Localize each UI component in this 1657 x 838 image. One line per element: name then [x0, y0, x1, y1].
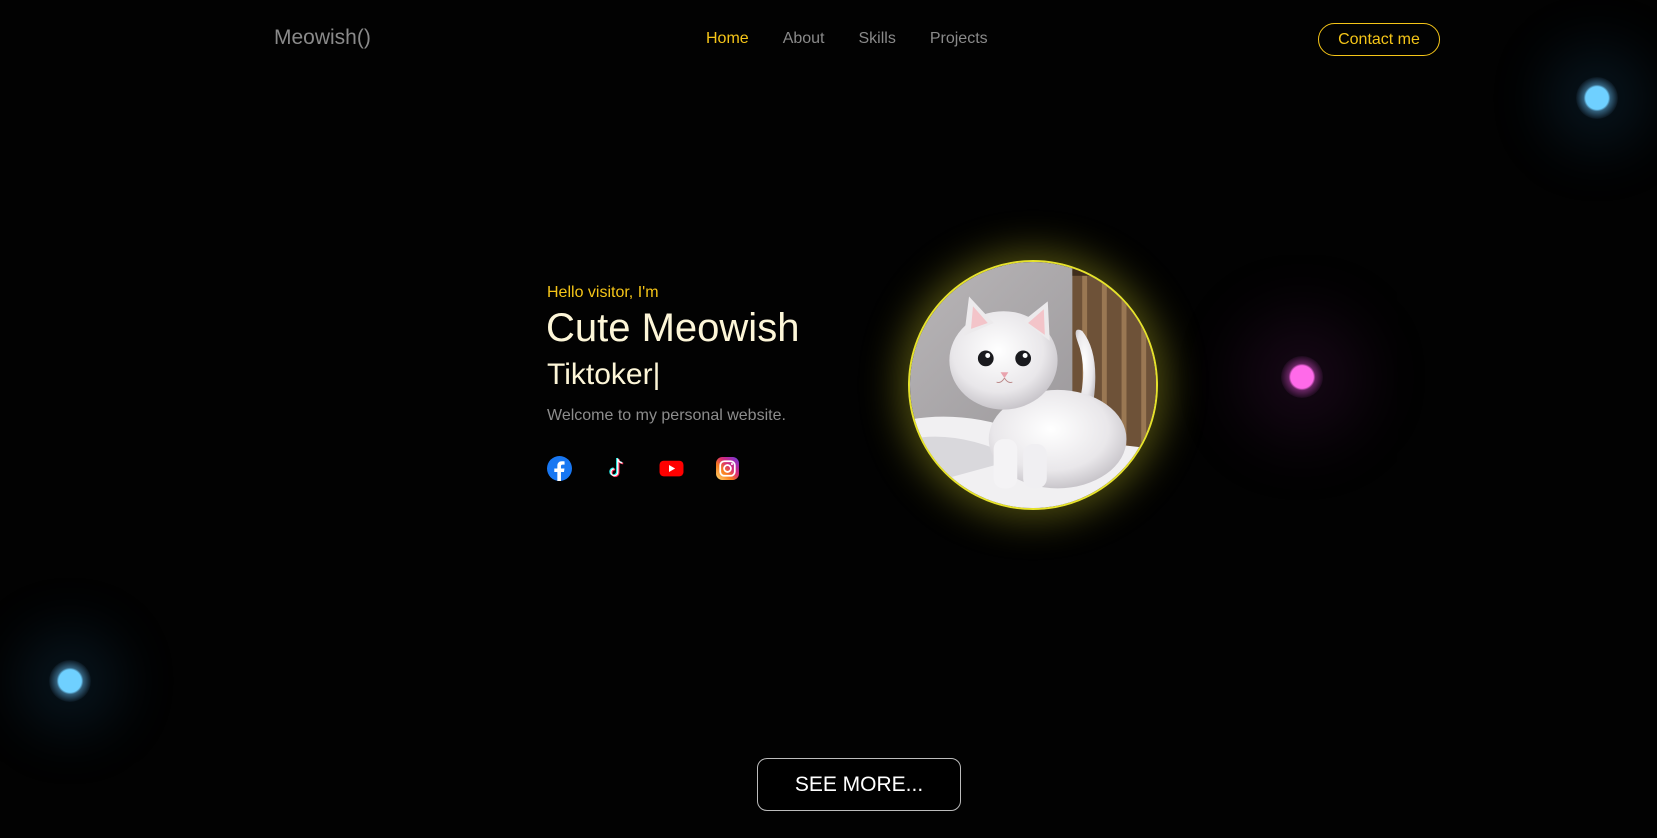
- hero-role: Tiktoker: [547, 358, 653, 391]
- instagram-icon[interactable]: [715, 456, 740, 481]
- facebook-icon[interactable]: [547, 456, 572, 481]
- contact-button[interactable]: Contact me: [1318, 23, 1440, 56]
- typing-cursor: |: [652, 358, 661, 391]
- main-nav: Home About Skills Projects: [706, 30, 988, 48]
- hero-role-line: Tiktoker|: [547, 358, 660, 392]
- glow-orb-pink: [1281, 356, 1323, 398]
- see-more-button[interactable]: SEE MORE...: [757, 758, 961, 811]
- nav-projects[interactable]: Projects: [930, 30, 988, 48]
- avatar: [908, 260, 1158, 510]
- hero-greeting: Hello visitor, I'm: [547, 284, 659, 301]
- social-links: [547, 456, 740, 481]
- glow-orb-blue: [49, 660, 91, 702]
- nav-about[interactable]: About: [783, 30, 825, 48]
- glow-orb-blue: [1576, 77, 1618, 119]
- hero-name: Cute Meowish: [546, 306, 800, 350]
- kitten-photo: [910, 262, 1156, 508]
- youtube-icon[interactable]: [659, 456, 684, 481]
- nav-home[interactable]: Home: [706, 30, 749, 48]
- site-logo[interactable]: Meowish(): [274, 26, 371, 50]
- tiktok-icon[interactable]: [603, 456, 628, 481]
- nav-skills[interactable]: Skills: [859, 30, 896, 48]
- portfolio-page: Meowish() Home About Skills Projects Con…: [0, 0, 1657, 838]
- hero-description: Welcome to my personal website.: [547, 407, 786, 424]
